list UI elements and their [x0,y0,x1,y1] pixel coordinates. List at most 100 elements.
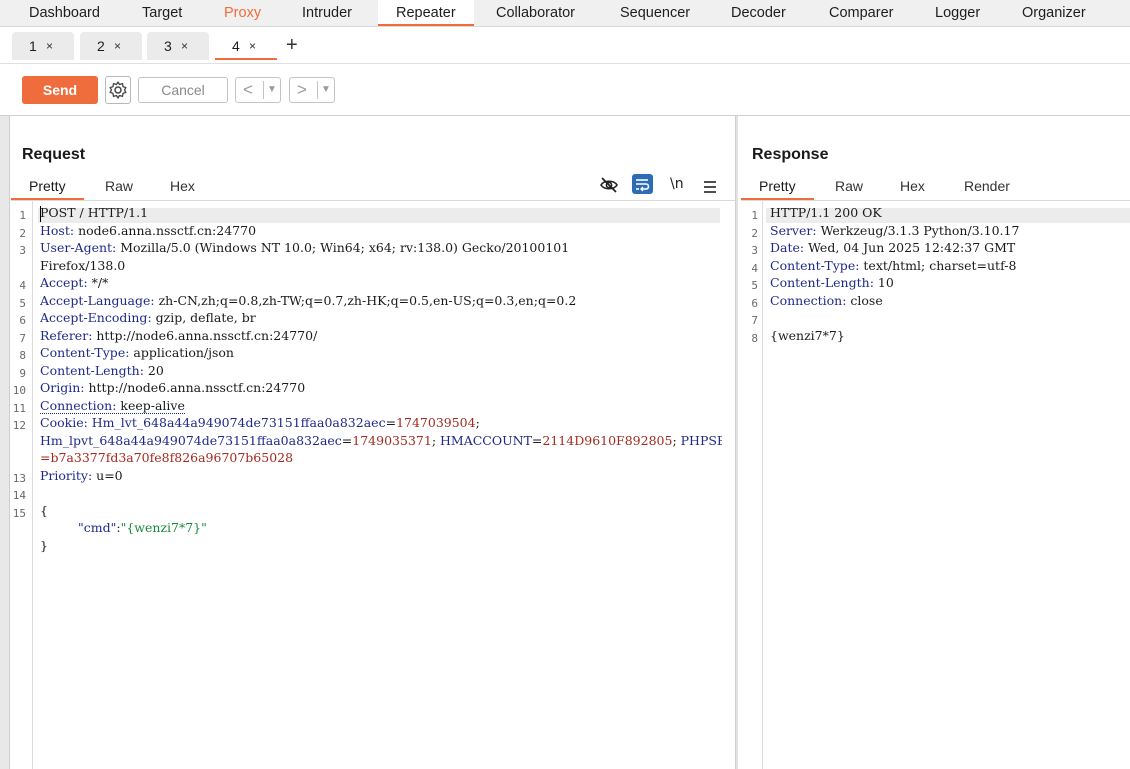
tab-logger[interactable]: Logger [935,0,980,26]
repeater-tab-label: 3 [164,38,172,54]
line-number: 2 [19,227,26,240]
repeater-tab-label: 2 [97,38,105,54]
header-name: Accept-Language [40,293,151,308]
chevron-left-icon: < [243,80,253,99]
line-number: 8 [751,332,758,345]
header-line: Date: Wed, 04 Jun 2025 12:42:37 GMT [770,240,1016,255]
request-tab-hex[interactable]: Hex [152,172,213,200]
json-close-brace: } [40,538,48,553]
request-line: POST / HTTP/1.1 [40,204,148,222]
wrap-icon[interactable] [632,174,653,194]
line-number: 6 [19,314,26,327]
header-value: Mozilla/5.0 (Windows NT 10.0; Win64; x64… [120,240,570,255]
repeater-tab-1[interactable]: 1 × [12,32,74,60]
response-tab-raw[interactable]: Raw [817,172,881,200]
tab-repeater[interactable]: Repeater [378,0,474,26]
header-value: node6.anna.nssctf.cn:24770 [78,223,257,238]
cookie-value: =b7a3377fd3a70fe8f826a96707b65028 [40,450,294,465]
tab-sequencer[interactable]: Sequencer [620,0,690,26]
header-line: Origin: http://node6.anna.nssctf.cn:2477… [40,380,306,395]
main-tab-bar: Dashboard Target Proxy Intruder Repeater… [0,0,1130,27]
request-line-text: POST / HTTP/1.1 [40,205,149,220]
close-icon[interactable]: × [181,32,188,60]
tab-proxy[interactable]: Proxy [224,0,261,26]
header-name: Content-Length [40,363,140,378]
settings-button[interactable] [105,76,131,104]
line-number: 2 [751,227,758,240]
line-number: 10 [12,384,26,397]
chevron-down-icon[interactable]: ▼ [263,81,277,99]
close-icon[interactable]: × [114,32,121,60]
header-name: Cookie [40,415,84,430]
chevron-down-icon[interactable]: ▼ [317,81,331,99]
header-name: Connection [40,398,113,413]
cookie-line: Cookie: Hm_lvt_648a44a949074de73151ffaa0… [40,415,480,430]
response-tab-hex[interactable]: Hex [882,172,943,200]
header-value: http://node6.anna.nssctf.cn:24770 [88,380,306,395]
newline-icon[interactable]: \n [670,176,684,196]
line-number: 1 [19,209,26,222]
tab-dashboard[interactable]: Dashboard [29,0,100,26]
cookie-value: 1747039504 [396,415,476,430]
request-tab-raw[interactable]: Raw [87,172,151,200]
tab-target[interactable]: Target [142,0,182,26]
response-tab-pretty[interactable]: Pretty [741,172,814,200]
header-name: Accept [40,275,84,290]
header-name: Content-Type [40,345,126,360]
cookie-name: Hm_lvt_648a44a949074de73151ffaa0a832aec [91,415,386,430]
cancel-button[interactable]: Cancel [138,77,228,103]
tab-collaborator[interactable]: Collaborator [496,0,575,26]
repeater-tab-bar: 1 × 2 × 3 × 4 × [0,27,1130,64]
tab-intruder[interactable]: Intruder [302,0,352,26]
line-number: 13 [12,472,26,485]
tab-decoder[interactable]: Decoder [731,0,786,26]
request-title: Request [22,146,86,163]
repeater-tab-4[interactable]: 4 × [215,32,277,60]
pane-splitter[interactable] [735,116,738,769]
forward-button[interactable]: > ▼ [289,77,335,103]
header-line: Host: node6.anna.nssctf.cn:24770 [40,223,257,238]
line-number: 9 [19,367,26,380]
header-value: http://node6.anna.nssctf.cn:24770/ [96,328,318,343]
header-line: User-Agent: Mozilla/5.0 (Windows NT 10.0… [40,240,570,255]
header-line: Content-Type: application/json [40,345,234,360]
repeater-tab-2[interactable]: 2 × [80,32,142,60]
menu-icon[interactable] [703,177,717,197]
add-tab-icon[interactable]: + [286,35,298,55]
header-value: gzip, deflate, br [155,310,256,325]
tab-comparer[interactable]: Comparer [829,0,893,26]
line-number: 4 [751,262,758,275]
header-value: text/html; charset=utf-8 [863,258,1017,273]
json-value: "{wenzi7*7}" [120,520,207,535]
tab-organizer[interactable]: Organizer [1022,0,1086,26]
left-edge-strip [0,116,10,769]
response-body: {wenzi7*7} [770,328,845,343]
header-name: Content-Type [770,258,856,273]
header-name: Accept-Encoding [40,310,148,325]
header-line-wrap: Firefox/138.0 [40,257,125,275]
send-button[interactable]: Send [22,76,98,104]
repeater-toolbar: Send Cancel < ▼ > ▼ [0,64,1130,116]
header-line: Content-Length: 10 [770,275,894,290]
response-tab-render[interactable]: Render [946,172,1028,200]
repeater-tab-3[interactable]: 3 × [147,32,209,60]
request-tab-pretty[interactable]: Pretty [11,172,84,200]
line-number: 3 [19,244,26,257]
header-line: Content-Length: 20 [40,363,164,378]
header-name: Origin [40,380,81,395]
close-icon[interactable]: × [249,32,256,60]
back-button[interactable]: < ▼ [235,77,281,103]
line-number: 7 [19,332,26,345]
header-name: User-Agent [40,240,113,255]
header-value: Wed, 04 Jun 2025 12:42:37 GMT [808,240,1016,255]
hide-icon[interactable] [599,175,619,195]
header-line: Connection: keep-alive [40,398,185,414]
close-icon[interactable]: × [46,32,53,60]
line-number: 15 [12,507,26,520]
header-value: 20 [147,363,164,378]
header-line: Server: Werkzeug/3.1.3 Python/3.10.17 [770,223,1020,238]
header-value: keep-alive [120,398,185,413]
line-number: 5 [19,297,26,310]
header-value-continued: Firefox/138.0 [40,258,126,273]
header-line: Accept-Language: zh-CN,zh;q=0.8,zh-TW;q=… [40,293,577,308]
